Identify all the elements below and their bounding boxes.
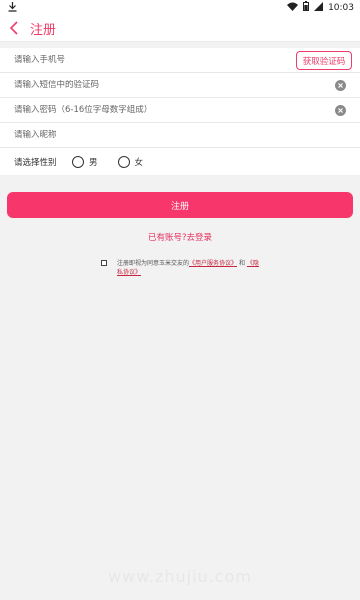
password-input[interactable] [14, 105, 274, 115]
status-time: 10:03 [328, 2, 354, 13]
agreement-prefix: 注册即视为同意玉米交友的 [117, 260, 190, 267]
agreement-checkbox[interactable] [101, 260, 107, 266]
gender-male-label: 男 [89, 157, 98, 168]
user-agreement-link[interactable]: 《用户服务协议》 [189, 260, 237, 267]
nickname-input[interactable] [14, 130, 274, 140]
gender-male-radio[interactable]: 男 [72, 155, 98, 168]
agreement-and: 和 [238, 260, 245, 267]
register-form: 获取验证码 请选择性别 男 女 [0, 48, 360, 175]
sms-code-row [0, 73, 360, 98]
page-title: 注册 [30, 23, 57, 38]
password-row [0, 98, 360, 123]
gender-female-radio[interactable]: 女 [117, 155, 144, 168]
get-code-button[interactable]: 获取验证码 [296, 51, 352, 70]
agreement-text: 注册即视为同意玉米交友的《用户服务协议》 和 《隐私协议》 [117, 259, 261, 277]
agreement: 注册即视为同意玉米交友的《用户服务协议》 和 《隐私协议》 [101, 259, 261, 277]
gender-label: 请选择性别 [14, 157, 57, 168]
clear-icon[interactable] [335, 105, 346, 116]
battery-icon [303, 1, 310, 14]
watermark: www.zhujiu.com [108, 567, 252, 586]
chevron-left-icon[interactable] [6, 18, 22, 38]
status-bar: 10:03 [0, 0, 360, 14]
wifi-icon [287, 2, 299, 14]
signal-icon [314, 1, 324, 14]
login-link[interactable]: 已有账号?去登录 [0, 231, 360, 243]
sms-code-input[interactable] [14, 80, 274, 90]
gender-row: 请选择性别 男 女 [0, 148, 360, 175]
nickname-row [0, 123, 360, 148]
phone-row: 获取验证码 [0, 48, 360, 73]
radio-circle-icon [117, 155, 130, 168]
phone-input[interactable] [14, 55, 274, 65]
register-button[interactable]: 注册 [7, 192, 353, 218]
gender-female-label: 女 [134, 157, 144, 168]
clear-icon[interactable] [335, 80, 346, 91]
radio-circle-icon [72, 155, 84, 168]
app-bar: 注册 [0, 14, 360, 42]
